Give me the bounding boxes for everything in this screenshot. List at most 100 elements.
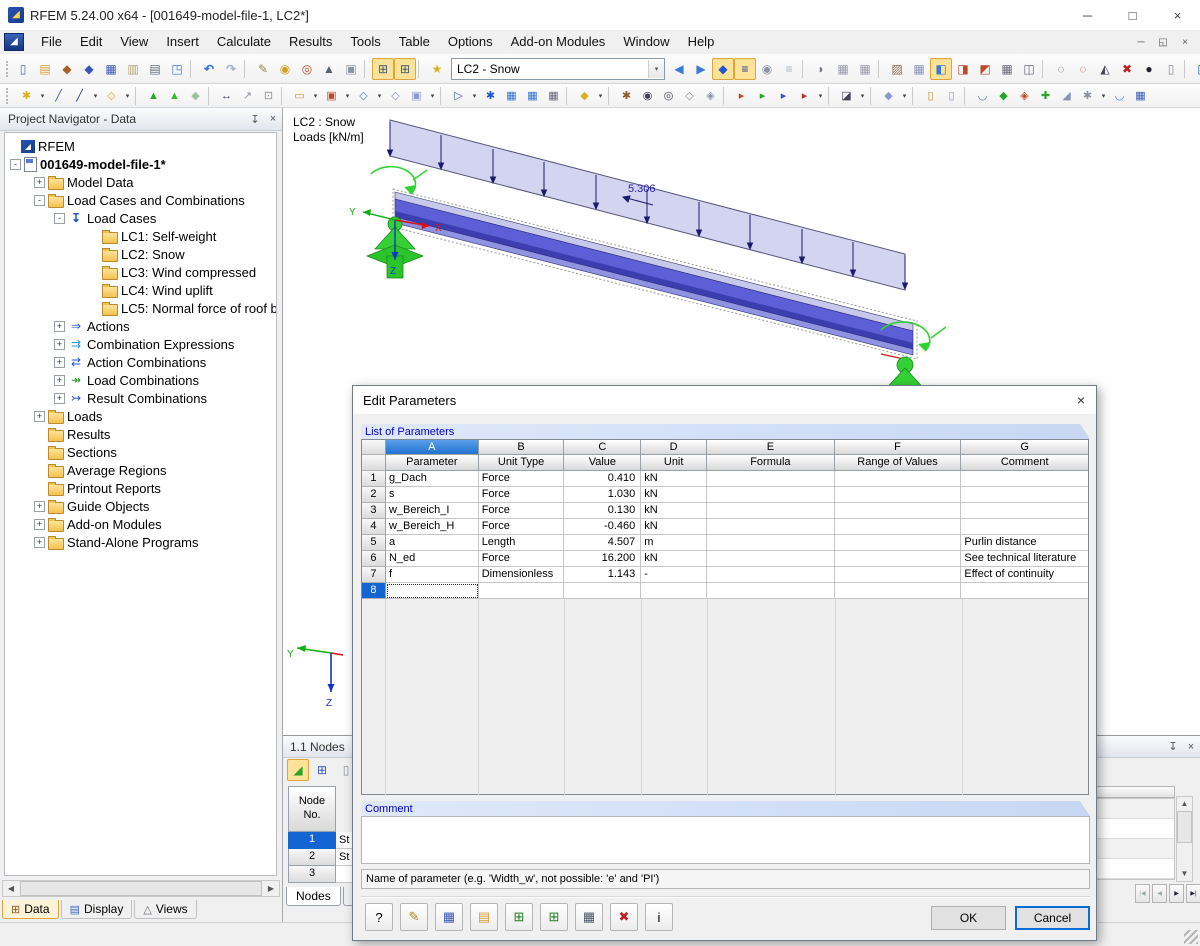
move-dropdown[interactable]: ▾	[374, 86, 385, 106]
navigator-horizontal-scrollbar[interactable]: ◀ ▶	[2, 880, 280, 897]
view-z-button[interactable]: ▸	[773, 86, 794, 106]
parameter-cell[interactable]: w_Bereich_H	[386, 519, 479, 535]
insert-member-button[interactable]: ╱	[69, 86, 90, 106]
edit-block-button[interactable]: ▣	[321, 86, 342, 106]
tree-expander[interactable]: +	[54, 321, 65, 332]
column-letter-header[interactable]: G	[961, 440, 1088, 455]
range-cell[interactable]	[835, 535, 962, 551]
table-settings-button[interactable]: ▦	[854, 58, 876, 80]
clipping-plane-button[interactable]: ▯	[920, 86, 941, 106]
rotate-objects-button[interactable]: ◌	[1072, 58, 1094, 80]
clipping-box-button[interactable]: ▯	[941, 86, 962, 106]
node-number-cell[interactable]: 3	[288, 866, 336, 883]
comment-button[interactable]: ↗	[237, 86, 258, 106]
column-name-header[interactable]: Unit	[641, 455, 707, 471]
column-letter-header[interactable]: A	[386, 440, 479, 455]
minimize-button[interactable]: ─	[1065, 0, 1110, 30]
comment-cell[interactable]	[961, 503, 1088, 519]
insert-node-dropdown[interactable]: ▾	[37, 86, 48, 106]
view-minus-x-button[interactable]: ▸	[794, 86, 815, 106]
column-letter-header[interactable]: C	[564, 440, 641, 455]
dimension-button[interactable]: ↔	[216, 86, 237, 106]
parameter-cell[interactable]	[386, 583, 479, 599]
show-results-button[interactable]: ◉	[756, 58, 778, 80]
scroll-left-icon[interactable]: ◀	[3, 884, 19, 893]
generate-cells-button[interactable]: ▦	[543, 86, 564, 106]
unit-cell[interactable]: m	[641, 535, 707, 551]
insert-member-dropdown[interactable]: ▾	[90, 86, 101, 106]
formula-cell[interactable]	[707, 519, 835, 535]
resize-grip[interactable]	[1184, 930, 1198, 944]
parameter-cell[interactable]: f	[386, 567, 479, 583]
unit-type-cell[interactable]: Force	[479, 503, 565, 519]
value-cell[interactable]: -0.460	[564, 519, 641, 535]
tree-item-results[interactable]: Results	[5, 425, 276, 443]
dialog-close-icon[interactable]: ×	[1066, 388, 1096, 412]
close-icon[interactable]: ×	[264, 113, 282, 125]
tree-item-load-cases-and-combinations[interactable]: - Load Cases and Combinations	[5, 191, 276, 209]
row-number-cell[interactable]: 2	[362, 487, 386, 503]
unit-type-cell[interactable]: Dimensionless	[479, 567, 565, 583]
delete-all-button[interactable]: ✖	[610, 903, 638, 931]
new-generated-load-button[interactable]: ✎	[252, 58, 274, 80]
generate-roof-button[interactable]: ▦	[522, 86, 543, 106]
table-insert-row-button[interactable]: ⊞	[311, 759, 333, 781]
grid-button[interactable]: ▦	[908, 58, 930, 80]
save-button[interactable]: ▦	[100, 58, 122, 80]
print-button[interactable]: ▤	[144, 58, 166, 80]
tree-expander[interactable]: -	[34, 195, 45, 206]
show-load-values-button[interactable]: ≡	[734, 58, 756, 80]
tree-item-action-combinations[interactable]: + Action Combinations	[5, 353, 276, 371]
edit-block-dropdown[interactable]: ▾	[342, 86, 353, 106]
save-parameters-button[interactable]: ▦	[435, 903, 463, 931]
unit-type-cell[interactable]: Force	[479, 519, 565, 535]
line-support-button[interactable]: ▲	[164, 86, 185, 106]
edit-frame-button[interactable]: ⊡	[258, 86, 279, 106]
first-table-button[interactable]: |◀	[1135, 884, 1150, 903]
row-number-cell[interactable]: 5	[362, 535, 386, 551]
export-excel-button[interactable]: ⊞	[540, 903, 568, 931]
results-deformation-button[interactable]: ◡	[972, 86, 993, 106]
scrollbar-thumb[interactable]	[20, 881, 262, 896]
isometric-view-button[interactable]: ◪	[836, 86, 857, 106]
tree-item-load-cases[interactable]: - Load Cases	[5, 209, 276, 227]
formula-cell[interactable]	[707, 487, 835, 503]
select-objects-button[interactable]: ◌	[1050, 58, 1072, 80]
value-cell[interactable]: 16.200	[564, 551, 641, 567]
value-cell[interactable]: 1.143	[564, 567, 641, 583]
tab-views[interactable]: △ Views	[134, 900, 196, 919]
range-cell[interactable]	[835, 583, 962, 599]
undo-button[interactable]: ↶	[198, 58, 220, 80]
zoom-in-button[interactable]: ◉	[637, 86, 658, 106]
unit-type-cell[interactable]: Length	[479, 535, 565, 551]
column-letter-header[interactable]: E	[707, 440, 835, 455]
copy-button[interactable]: ▣	[406, 86, 427, 106]
ok-button[interactable]: OK	[931, 906, 1006, 930]
select-special-button[interactable]: ◆	[574, 86, 595, 106]
column-name-header[interactable]: Range of Values	[835, 455, 962, 471]
tree-item-actions[interactable]: + Actions	[5, 317, 276, 335]
unit-cell[interactable]: kN	[641, 503, 707, 519]
open-file-button[interactable]: ▤	[34, 58, 56, 80]
navigator-toggle-button[interactable]: ⊞	[372, 58, 394, 80]
results-reactions-button[interactable]: ✚	[1035, 86, 1056, 106]
work-plane-button[interactable]: ◧	[930, 58, 952, 80]
table-list-button[interactable]: ▦	[832, 58, 854, 80]
tree-item-average-regions[interactable]: Average Regions	[5, 461, 276, 479]
member-hinges-button[interactable]: ◗	[810, 58, 832, 80]
pin-icon[interactable]: ↧	[246, 113, 264, 126]
extrude-button[interactable]: ◇	[385, 86, 406, 106]
column-letter-header[interactable]: F	[835, 440, 962, 455]
tree-expander[interactable]: -	[54, 213, 65, 224]
new-window-button[interactable]: ▣	[340, 58, 362, 80]
cancel-button[interactable]: Cancel	[1015, 906, 1090, 930]
table-graphics-sync-button[interactable]: ◢	[287, 759, 309, 781]
node-number-cell[interactable]: 1	[288, 832, 336, 849]
comment-input[interactable]	[361, 816, 1090, 864]
units-button[interactable]: ▯	[1160, 58, 1182, 80]
unit-cell[interactable]: kN	[641, 519, 707, 535]
connect-members-dropdown[interactable]: ▾	[469, 86, 480, 106]
zoom-region-button[interactable]: ◉	[274, 58, 296, 80]
pointer-mode-button[interactable]: ▲	[318, 58, 340, 80]
table-vertical-scrollbar[interactable]: ▲ ▼	[1176, 796, 1193, 882]
